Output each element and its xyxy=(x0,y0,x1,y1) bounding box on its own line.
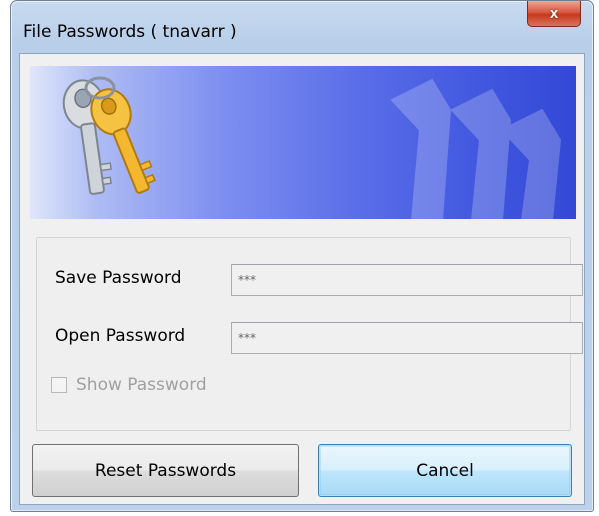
save-password-label: Save Password xyxy=(55,268,182,288)
keys-icon xyxy=(62,76,156,195)
keys-watermark-icon xyxy=(390,78,562,219)
title-bar[interactable]: File Passwords ( tnavarr ) x xyxy=(11,1,593,59)
open-password-label: Open Password xyxy=(55,326,186,346)
close-icon: x xyxy=(549,5,559,22)
show-password-label: Show Password xyxy=(76,375,207,395)
close-button[interactable]: x xyxy=(527,1,581,27)
file-passwords-dialog: File Passwords ( tnavarr ) x Save Passwo… xyxy=(10,0,594,512)
show-password-checkbox-row[interactable]: Show Password xyxy=(51,375,207,395)
show-password-checkbox[interactable] xyxy=(51,377,67,393)
save-password-field[interactable] xyxy=(231,264,583,296)
cancel-button[interactable]: Cancel xyxy=(318,444,572,497)
window-title: File Passwords ( tnavarr ) xyxy=(23,22,237,42)
open-password-field[interactable] xyxy=(231,322,583,354)
header-banner xyxy=(30,66,576,219)
reset-passwords-button[interactable]: Reset Passwords xyxy=(32,444,299,497)
password-form-group: Save Password Open Password Show Passwor… xyxy=(36,237,583,431)
dialog-client-area: Save Password Open Password Show Passwor… xyxy=(19,53,585,505)
